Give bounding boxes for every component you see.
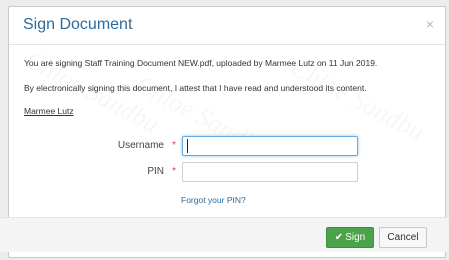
signing-message: You are signing Staff Training Document … — [24, 58, 378, 68]
sign-button[interactable]: ✔ Sign — [326, 227, 374, 248]
attestation-message: By electronically signing this document,… — [24, 83, 367, 93]
text-cursor — [187, 139, 188, 153]
signer-name-link[interactable]: Marmee Lutz — [24, 106, 74, 116]
close-icon[interactable]: × — [426, 16, 434, 32]
pin-label: PIN — [147, 166, 164, 177]
cancel-button[interactable]: Cancel — [379, 227, 427, 248]
required-marker: * — [172, 166, 176, 177]
required-marker: * — [172, 140, 176, 151]
username-label: Username — [117, 140, 164, 151]
username-input[interactable] — [182, 136, 358, 156]
dialog-header: Sign Document × — [9, 7, 445, 45]
pin-input[interactable] — [182, 162, 358, 182]
dialog-title: Sign Document — [23, 16, 133, 33]
sign-button-label: Sign — [345, 232, 366, 243]
check-icon: ✔ — [334, 232, 344, 243]
forgot-pin-link[interactable]: Forgot your PIN? — [181, 195, 246, 205]
